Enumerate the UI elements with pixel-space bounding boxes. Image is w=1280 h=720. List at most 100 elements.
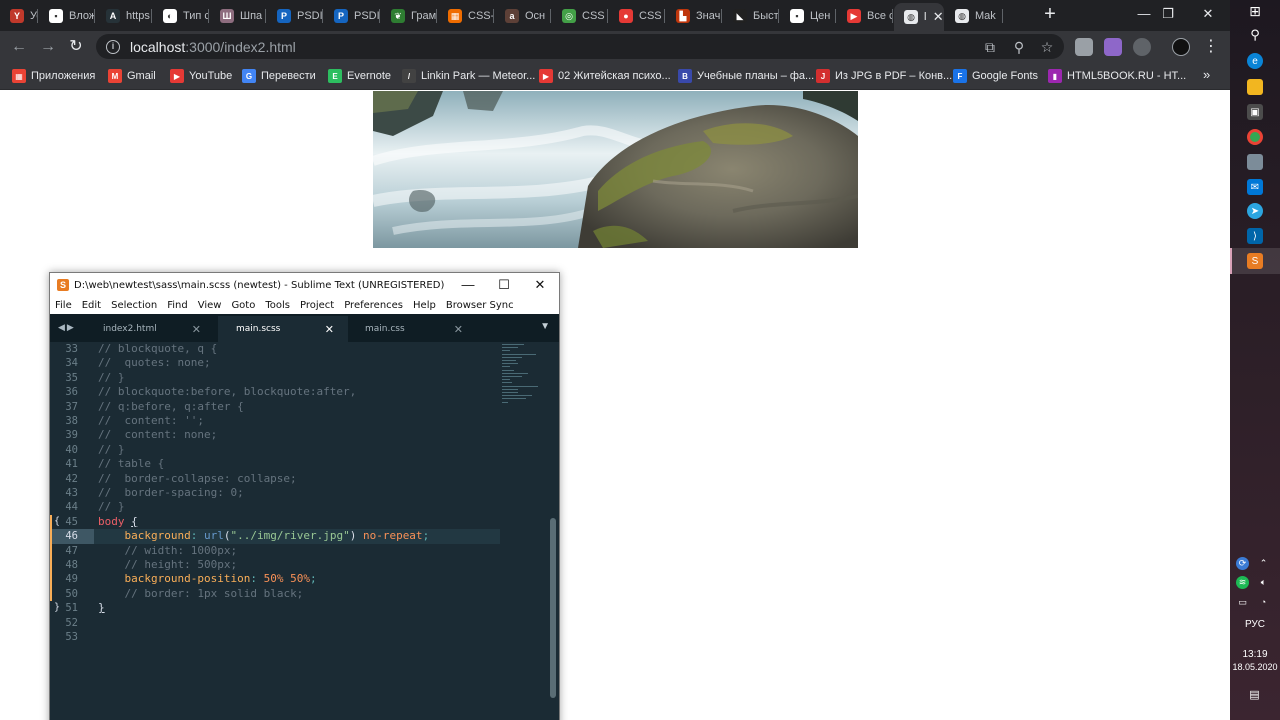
back-icon[interactable]: ← xyxy=(8,36,30,58)
edge-icon[interactable]: e xyxy=(1247,53,1263,69)
code-line[interactable]: 43 // border-spacing: 0; xyxy=(50,486,500,500)
browser-tab[interactable]: ◐ Тип с xyxy=(153,3,209,29)
sublime-icon[interactable]: S xyxy=(1247,253,1263,269)
browser-tab[interactable]: ◍ l ✕ xyxy=(894,3,944,31)
code-line[interactable]: 39 // content: none; xyxy=(50,428,500,442)
close-tab-icon[interactable]: ✕ xyxy=(325,323,334,336)
code-line[interactable]: 34 // quotes: none; xyxy=(50,356,500,370)
minimap[interactable] xyxy=(500,342,542,432)
code-line[interactable]: 49 background-position: 50% 50%; xyxy=(50,572,500,587)
browser-tab[interactable]: ▶ Все с xyxy=(837,3,893,29)
extension-icon[interactable] xyxy=(1075,38,1093,56)
address-bar[interactable]: i localhost:3000/index2.html ⧉ ⚲ ☆ xyxy=(96,34,1064,59)
editor-tab[interactable]: main.css ✕ xyxy=(347,316,477,342)
clock-time[interactable]: 13:19 xyxy=(1230,649,1280,660)
editor-tab[interactable]: main.scss ✕ xyxy=(218,316,348,342)
menu-item[interactable]: View xyxy=(198,300,222,311)
browser-tab[interactable]: ▦ CSS- xyxy=(438,3,494,29)
browser-tab[interactable]: ❦ Грам xyxy=(381,3,437,29)
code-line[interactable]: 48 // height: 500px; xyxy=(50,558,500,573)
close-tab-icon[interactable]: ✕ xyxy=(454,323,463,336)
folder-icon[interactable] xyxy=(1247,79,1263,95)
code-line[interactable]: 35 // } xyxy=(50,371,500,385)
bookmark-item[interactable]: F Google Fonts xyxy=(953,67,1038,85)
translate-icon[interactable]: ⧉ xyxy=(982,39,998,55)
code-line[interactable]: 47 // width: 1000px; xyxy=(50,543,500,558)
tab-arrows-icon[interactable]: ◀▶ xyxy=(58,322,76,333)
menu-item[interactable]: Edit xyxy=(82,300,101,311)
editor-scrollbar[interactable] xyxy=(550,518,556,698)
bookmark-item[interactable]: J Из JPG в PDF – Конв... xyxy=(816,67,952,85)
star-icon[interactable]: ☆ xyxy=(1039,39,1055,55)
notifications-icon[interactable]: ▤ xyxy=(1248,689,1261,702)
zoom-icon[interactable]: ⚲ xyxy=(1011,39,1027,55)
code-line[interactable]: 53 xyxy=(50,630,500,644)
menu-item[interactable]: Preferences xyxy=(344,300,403,311)
close-tab-icon[interactable]: ✕ xyxy=(932,9,944,25)
chrome-icon[interactable] xyxy=(1247,129,1263,145)
browser-tab[interactable]: ◍ Mak xyxy=(945,3,1003,29)
browser-tab[interactable]: ◎ CSS xyxy=(552,3,608,29)
start-icon[interactable]: ⊞ xyxy=(1247,3,1263,19)
menu-item[interactable]: Browser Sync xyxy=(446,300,514,311)
restore-button[interactable]: ❐ xyxy=(1156,4,1180,24)
sublime-close-button[interactable]: ✕ xyxy=(522,273,558,297)
code-line[interactable]: 37 // q:before, q:after { xyxy=(50,400,500,414)
photos-icon[interactable] xyxy=(1247,154,1263,170)
browser-tab[interactable]: P PSDI xyxy=(267,3,323,29)
browser-tab[interactable]: P PSDI xyxy=(324,3,380,29)
code-line[interactable]: {45 body { xyxy=(50,514,500,530)
mail-icon[interactable]: ✉ xyxy=(1247,179,1263,195)
clock-date[interactable]: 18.05.2020 xyxy=(1230,662,1280,672)
extension-blocker-icon[interactable] xyxy=(1133,38,1151,56)
bookmark-item[interactable]: ▮ HTML5BOOK.RU - HT... xyxy=(1048,67,1186,85)
menu-item[interactable]: Goto xyxy=(231,300,255,311)
code-line[interactable]: 41 // table { xyxy=(50,457,500,471)
bookmark-item[interactable]: ▶ YouTube xyxy=(170,67,232,85)
code-editor[interactable]: 33// blockquote, q {34// quotes: none; 35… xyxy=(50,342,559,720)
vscode-icon[interactable]: ⟩ xyxy=(1247,228,1263,244)
browser-tab[interactable]: Ahttps xyxy=(96,3,152,29)
bookmark-item[interactable]: E Evernote xyxy=(328,67,391,85)
browser-tab[interactable]: ▪ Цен xyxy=(780,3,836,29)
bookmark-item[interactable]: M Gmail xyxy=(108,67,156,85)
new-tab-button[interactable]: + xyxy=(1040,4,1060,25)
browser-tab[interactable]: ◣ Быст xyxy=(723,3,779,29)
menu-item[interactable]: File xyxy=(55,300,72,311)
code-line[interactable]: 42 // border-collapse: collapse; xyxy=(50,472,500,486)
spotify-icon[interactable]: ≋ xyxy=(1236,576,1249,589)
browser-tab[interactable]: ▪ Влож xyxy=(39,3,95,29)
extension-feather-icon[interactable] xyxy=(1104,38,1122,56)
menu-item[interactable]: Project xyxy=(300,300,334,311)
menu-item[interactable]: Help xyxy=(413,300,436,311)
language-indicator[interactable]: РУС xyxy=(1230,619,1280,630)
menu-dots-icon[interactable]: ⋮ xyxy=(1200,36,1222,58)
sublime-minimize-button[interactable]: — xyxy=(450,273,486,297)
telegram-icon[interactable]: ➤ xyxy=(1247,203,1263,219)
menu-item[interactable]: Tools xyxy=(265,300,290,311)
network-share-icon[interactable]: ⟳ xyxy=(1236,557,1249,570)
menu-item[interactable]: Selection xyxy=(111,300,157,311)
volume-icon[interactable]: 🔈︎ xyxy=(1257,576,1270,589)
code-line[interactable]: 36 // blockquote:before, blockquote:after… xyxy=(50,385,500,399)
chevron-up-icon[interactable]: ⌃ xyxy=(1257,557,1270,570)
tab-dropdown-icon[interactable]: ▼ xyxy=(540,321,550,332)
minimize-button[interactable]: — xyxy=(1132,4,1156,24)
browser-tab[interactable]: ▙ Знач xyxy=(666,3,722,29)
forward-icon[interactable]: → xyxy=(37,36,59,58)
code-line[interactable]: 52 xyxy=(50,616,500,630)
search-icon[interactable]: ⚲ xyxy=(1247,27,1263,43)
browser-tab[interactable]: ● CSS xyxy=(609,3,665,29)
code-line[interactable]: 46 background: url("../img/river.jpg") n… xyxy=(50,529,500,544)
editor-tab[interactable]: index2.html ✕ xyxy=(85,316,215,342)
browser-tab[interactable]: YУсло xyxy=(0,3,38,29)
wifi-icon[interactable]: ◔ xyxy=(1257,596,1270,609)
browser-tab[interactable]: a Осн xyxy=(495,3,551,29)
bookmark-item[interactable]: B Учебные планы – фа... xyxy=(678,67,814,85)
bookmark-item[interactable]: ▶ 02 Житейская психо... xyxy=(539,67,671,85)
bookmarks-more-button[interactable]: » xyxy=(1203,67,1210,82)
close-tab-icon[interactable]: ✕ xyxy=(192,323,201,336)
store-icon[interactable]: ▣ xyxy=(1247,104,1263,120)
reload-icon[interactable]: ↻ xyxy=(65,36,87,58)
code-line[interactable]: 33 // blockquote, q { xyxy=(50,342,500,356)
